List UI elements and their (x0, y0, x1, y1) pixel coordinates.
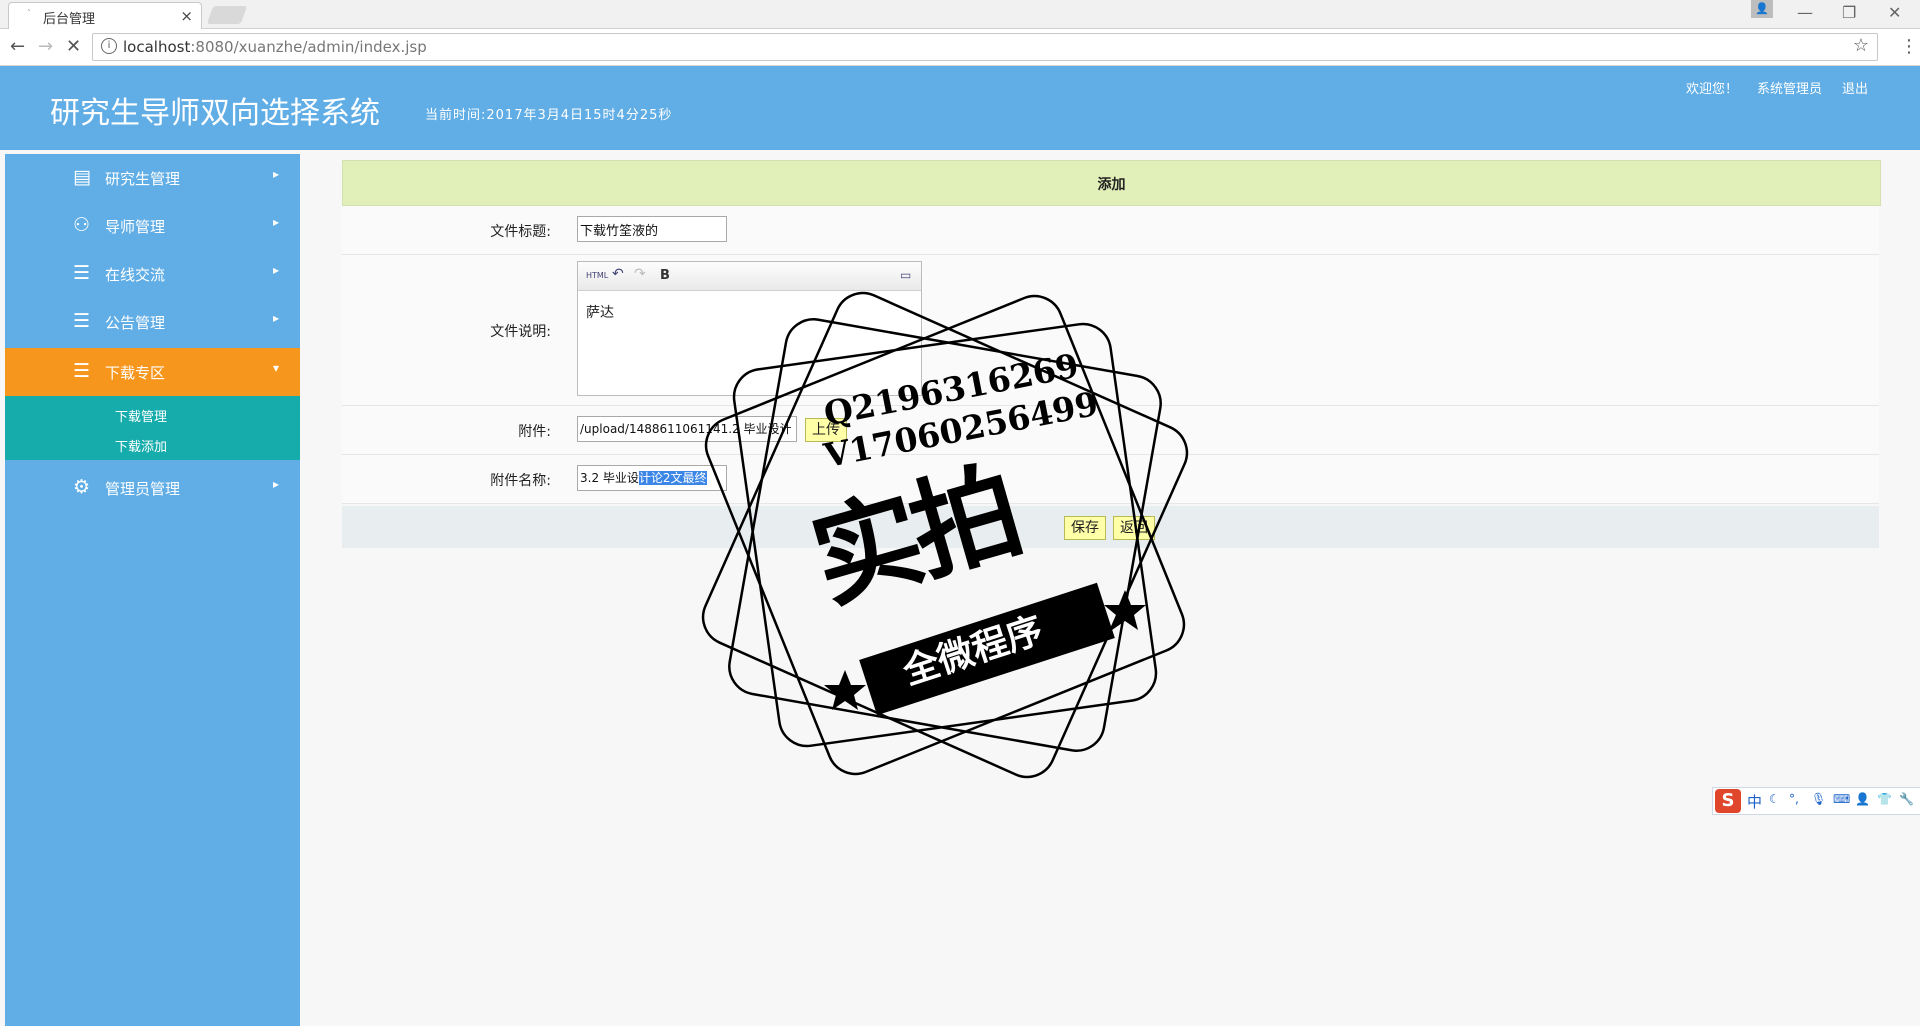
gear-icon: ⚙ (73, 476, 91, 498)
sidebar-item-announcements[interactable]: ☰ 公告管理 ▸ (5, 298, 300, 346)
watermark-band (859, 582, 1115, 716)
sidebar-item-label: 公告管理 (105, 314, 166, 332)
ime-mode-toggle[interactable]: 中 (1747, 791, 1762, 812)
form-heading: 添加 (1097, 177, 1126, 193)
sidebar-item-downloads[interactable]: ☰ 下载专区 ▾ (5, 348, 300, 396)
sidebar-item-tutors[interactable]: ⚇ 导师管理 ▸ (5, 202, 300, 250)
current-time: 当前时间:2017年3月4日15时4分25秒 (425, 108, 673, 123)
ime-toolbar: S 中 ☾ °, 🎙 ⌨ 👤 👕 🔧 (1712, 787, 1920, 815)
keyboard-icon[interactable]: ⌨ (1833, 792, 1850, 806)
downloads-submenu: 下载管理 下载添加 (5, 396, 300, 460)
file-title-label: 文件标题: (490, 224, 551, 240)
microphone-icon[interactable]: 🎙 (1811, 792, 1826, 806)
chevron-right-icon: ▸ (273, 263, 280, 277)
undo-icon[interactable]: ↶ (612, 266, 624, 282)
punctuation-icon[interactable]: °, (1789, 792, 1799, 806)
url-host: localhost (123, 38, 191, 56)
sidebar-item-label: 导师管理 (105, 218, 166, 236)
stack-icon: ☰ (73, 310, 91, 332)
url-input[interactable]: i localhost:8080/xuanzhe/admin/index.jsp… (92, 33, 1878, 61)
back-icon[interactable]: ← (10, 36, 25, 57)
upload-button[interactable]: 上传 (805, 418, 847, 442)
chevron-right-icon: ▸ (273, 311, 280, 325)
close-window-icon[interactable]: ✕ (1888, 3, 1901, 22)
attachment-name-text: 3.2 毕业设 (580, 471, 639, 485)
sidebar-item-label: 在线交流 (105, 266, 166, 284)
sidebar-item-label: 下载专区 (105, 364, 166, 382)
rich-text-editor[interactable]: HTML ↶ ↷ B ▭ 萨达 (577, 261, 922, 396)
moon-icon[interactable]: ☾ (1769, 792, 1780, 806)
attachment-name-input[interactable]: 3.2 毕业设计论2文最终 (577, 465, 727, 491)
back-button[interactable]: 返回 (1113, 516, 1155, 540)
attachment-label: 附件: (518, 424, 551, 440)
sidebar-item-students[interactable]: ▤ 研究生管理 ▸ (5, 154, 300, 202)
bookmark-star-icon[interactable]: ☆ (1853, 35, 1869, 56)
logout-link[interactable]: 退出 (1842, 78, 1868, 97)
new-tab-button[interactable] (206, 6, 248, 24)
skin-icon[interactable]: 👕 (1877, 792, 1892, 806)
url-path: :8080/xuanzhe/admin/index.jsp (190, 38, 427, 56)
site-info-icon[interactable]: i (101, 38, 117, 54)
chevron-right-icon: ▸ (273, 215, 280, 229)
stop-loading-icon[interactable]: ✕ (66, 36, 81, 57)
attachment-path-input[interactable]: /upload/1488611061141.2 毕业设计 (577, 416, 797, 442)
browser-tab[interactable]: ˋ 后台管理 × (8, 2, 202, 29)
book-icon: ▤ (73, 166, 91, 188)
attachment-name-selection: 计论2文最终 (638, 471, 707, 485)
welcome-text: 欢迎您！ (1686, 82, 1739, 97)
sidebar-item-admins[interactable]: ⚙ 管理员管理 ▸ (5, 464, 300, 512)
address-bar-row: ← → ✕ i localhost:8080/xuanzhe/admin/ind… (0, 29, 1920, 66)
tab-close-icon[interactable]: × (180, 7, 193, 25)
file-title-input[interactable]: 下载竹筌液的 (577, 216, 727, 242)
sogou-logo-icon[interactable]: S (1715, 789, 1741, 813)
profile-icon[interactable]: 👤 (1751, 0, 1773, 18)
user-icon[interactable]: 👤 (1855, 792, 1870, 806)
tab-favicon-icon: ˋ (27, 9, 32, 20)
row-attachment-name: 附件名称: 3.2 毕业设计论2文最终 (342, 455, 1879, 504)
chevron-right-icon: ▸ (273, 477, 280, 491)
browser-tabbar: ˋ 后台管理 × 👤 — ❐ ✕ (0, 0, 1920, 29)
stack-icon: ☰ (73, 360, 91, 382)
chevron-right-icon: ▸ (273, 167, 280, 181)
file-desc-label: 文件说明: (490, 324, 551, 340)
watermark-band-text: 全微程序 (898, 609, 1048, 694)
attachment-name-label: 附件名称: (490, 473, 551, 489)
restore-icon[interactable]: ❐ (1842, 3, 1856, 22)
sidebar-item-label: 研究生管理 (105, 170, 181, 188)
browser-menu-icon[interactable]: ⋮ (1900, 36, 1918, 57)
submenu-download-add[interactable]: 下载添加 (115, 436, 167, 455)
minimize-icon[interactable]: — (1797, 3, 1813, 22)
fullscreen-icon[interactable]: ▭ (900, 268, 911, 282)
submenu-download-manage[interactable]: 下载管理 (115, 406, 167, 425)
forward-icon[interactable]: → (38, 36, 53, 57)
user-role-link[interactable]: 系统管理员 (1757, 78, 1822, 97)
row-file-title: 文件标题: 下载竹筌液的 (342, 206, 1879, 255)
bold-button[interactable]: B (660, 268, 670, 283)
app-title: 研究生导师双向选择系统 (50, 96, 380, 131)
sidebar: ▤ 研究生管理 ▸ ⚇ 导师管理 ▸ ☰ 在线交流 ▸ ☰ 公告管理 ▸ ☰ 下… (5, 154, 300, 1026)
sidebar-item-online-chat[interactable]: ☰ 在线交流 ▸ (5, 250, 300, 298)
chevron-down-icon: ▾ (273, 361, 280, 375)
form-heading-bar: 添加 (342, 160, 1881, 206)
redo-icon[interactable]: ↷ (634, 266, 646, 282)
sidebar-item-label: 管理员管理 (105, 480, 181, 498)
user-gear-icon: ⚇ (73, 214, 91, 236)
form-actions: 保存 返回 (342, 506, 1879, 548)
editor-content[interactable]: 萨达 (586, 302, 614, 322)
editor-toolbar: HTML ↶ ↷ B ▭ (578, 262, 921, 291)
app-header: 研究生导师双向选择系统 当前时间:2017年3月4日15时4分25秒 欢迎您！ … (0, 66, 1920, 150)
row-file-desc: 文件说明: HTML ↶ ↷ B ▭ 萨达 (342, 255, 1879, 406)
stack-icon: ☰ (73, 262, 91, 284)
row-attachment: 附件: /upload/1488611061141.2 毕业设计 上传 (342, 406, 1879, 455)
tab-title: 后台管理 (43, 12, 96, 27)
wrench-icon[interactable]: 🔧 (1899, 792, 1914, 806)
html-mode-button[interactable]: HTML (586, 271, 608, 280)
save-button[interactable]: 保存 (1064, 516, 1106, 540)
